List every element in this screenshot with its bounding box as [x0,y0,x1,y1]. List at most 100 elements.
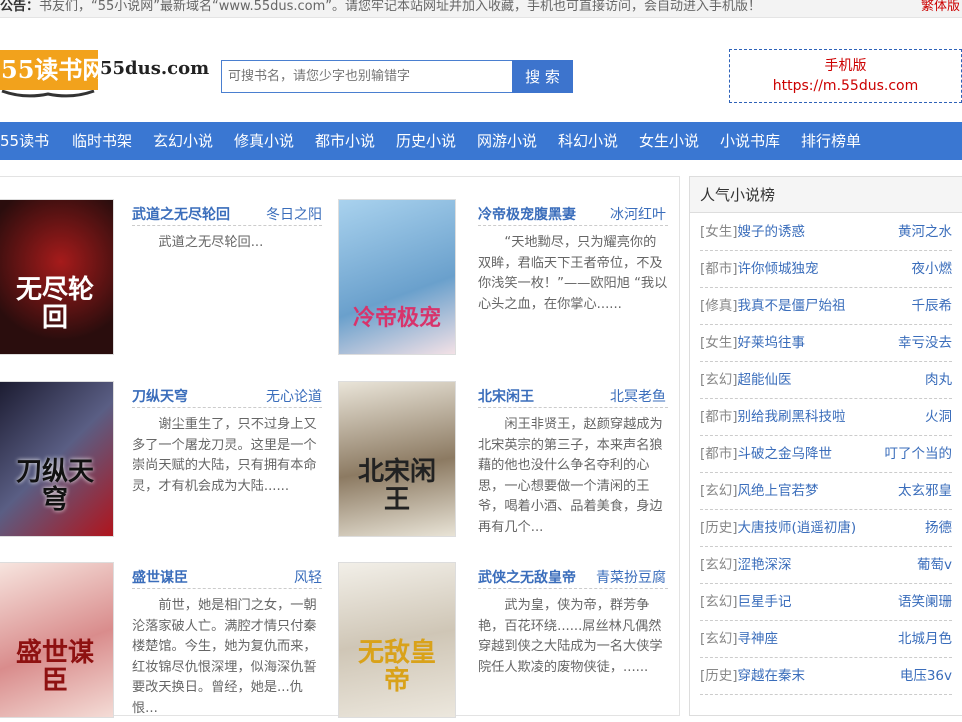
book-title[interactable]: 刀纵天穹 [132,386,188,406]
book-description: 武道之无尽轮回... [158,235,264,250]
book-cover[interactable]: 无敌皇帝 [338,562,456,718]
ranking-book-name[interactable]: 寻神座 [738,631,779,647]
site-logo[interactable]: 55读书网 55dus.com [0,46,210,100]
mobile-version-box[interactable]: 手机版 https://m.55dus.com [729,49,962,103]
ranking-category[interactable]: [都市] [700,261,738,277]
ranking-book-name[interactable]: 许你倾城独宠 [738,261,819,277]
ranking-book-name[interactable]: 穿越在秦末 [738,668,806,684]
ranking-item: [历史]穿越在秦末 电压36v [700,658,952,695]
cover-title: 无敌皇帝 [357,638,436,696]
ranking-category[interactable]: [女生] [700,335,738,351]
book-card: 北宋闲王 北宋闲王 北冥老鱼 闲王非贤王，赵颜穿越成为北宋英宗的第三子，本来声名… [338,381,678,541]
nav-home[interactable]: 55读书 [0,122,49,160]
book-card: 无尽轮回 武道之无尽轮回 冬日之阳 武道之无尽轮回... [0,199,340,359]
ranking-author[interactable]: 太玄邪皇 [898,473,952,509]
book-title[interactable]: 冷帝极宠腹黑妻 [478,204,576,224]
ranking-category[interactable]: [都市] [700,446,738,462]
search-input[interactable] [221,60,513,93]
book-title[interactable]: 武侠之无敌皇帝 [478,567,576,587]
ranking-book-name[interactable]: 巨星手记 [738,594,792,610]
ranking-item: [都市]许你倾城独宠 夜小燃 [700,251,952,288]
ranking-category[interactable]: [女生] [700,224,738,240]
book-cover[interactable]: 冷帝极宠 [338,199,456,355]
ranking-author[interactable]: 黄河之水 [898,214,952,250]
ranking-book-name[interactable]: 别给我刷黑科技啦 [738,409,846,425]
ranking-author[interactable]: 北城月色 [898,621,952,657]
book-card: 无敌皇帝 武侠之无敌皇帝 青菜扮豆腐 武为皇，侠为帝，群芳争艳，百花环绕....… [338,562,678,722]
ranking-author[interactable]: 火洞 [925,399,952,435]
book-cover[interactable]: 无尽轮回 [0,199,114,355]
ranking-author[interactable]: 葡萄v [917,547,952,583]
nav-xiuzhen[interactable]: 修真小说 [234,122,294,160]
book-cover[interactable]: 刀纵天穹 [0,381,114,537]
ranking-book-name[interactable]: 风绝上官若梦 [738,483,819,499]
ranking-item: [历史]大唐技师(逍遥初唐) 扬德 [700,510,952,547]
book-title[interactable]: 盛世谋臣 [132,567,188,587]
book-title[interactable]: 武道之无尽轮回 [132,204,230,224]
book-author[interactable]: 冰河红叶 [610,204,666,224]
ranking-category[interactable]: [修真] [700,298,738,314]
ranking-book-name[interactable]: 嫂子的诱惑 [738,224,806,240]
nav-wangyou[interactable]: 网游小说 [477,122,537,160]
nav-lishi[interactable]: 历史小说 [396,122,456,160]
search-form: 搜 索 [221,60,573,93]
nav-xuanhuan[interactable]: 玄幻小说 [153,122,213,160]
ranking-book-name[interactable]: 好莱坞往事 [738,335,806,351]
ranking-book-name[interactable]: 涩艳深深 [738,557,792,573]
ranking-author[interactable]: 语笑阑珊 [898,584,952,620]
ranking-author[interactable]: 夜小燃 [912,251,953,287]
book-description: “天地黝尽，只为耀亮你的双眸，君临天下王者帝位，不及你浅笑一枚！”——欧阳旭 “… [478,235,668,312]
ranking-item: [玄幻]风绝上官若梦 太玄邪皇 [700,473,952,510]
ranking-author[interactable]: 扬德 [925,510,952,546]
book-author[interactable]: 无心论道 [266,386,322,406]
book-cover[interactable]: 北宋闲王 [338,381,456,537]
nav-ranking[interactable]: 排行榜单 [801,122,861,160]
cover-title: 无尽轮回 [15,275,94,333]
book-author[interactable]: 青菜扮豆腐 [596,567,666,587]
divider [132,407,322,408]
ranking-item: [玄幻]超能仙医 肉丸 [700,362,952,399]
mobile-label: 手机版 [824,58,867,74]
search-button[interactable]: 搜 索 [512,60,573,93]
nav-library[interactable]: 小说书库 [720,122,780,160]
ranking-category[interactable]: [玄幻] [700,631,738,647]
nav-kehuan[interactable]: 科幻小说 [558,122,618,160]
ranking-book-name[interactable]: 大唐技师(逍遥初唐) [738,520,857,536]
book-title[interactable]: 北宋闲王 [478,386,534,406]
ranking-category[interactable]: [历史] [700,520,738,536]
book-description: 闲王非贤王，赵颜穿越成为北宋英宗的第三子，本来声名狼藉的他也没什么争名夺利的心思… [478,417,663,535]
nav-bookshelf[interactable]: 临时书架 [72,122,132,160]
ranking-author[interactable]: 电压36v [900,658,952,694]
ranking-category[interactable]: [历史] [700,668,738,684]
ranking-book-name[interactable]: 我真不是僵尸始祖 [738,298,846,314]
traditional-chinese-link[interactable]: 繁体版 [914,0,960,14]
book-author[interactable]: 北冥老鱼 [610,386,666,406]
book-author[interactable]: 风轻 [294,567,322,587]
ranking-book-name[interactable]: 斗破之金乌降世 [738,446,833,462]
cover-title: 盛世谋臣 [15,638,94,696]
ranking-book-name[interactable]: 超能仙医 [738,372,792,388]
ranking-author[interactable]: 幸亏没去 [898,325,952,361]
mobile-url[interactable]: https://m.55dus.com [730,76,961,96]
ranking-item: [女生]嫂子的诱惑 黄河之水 [700,214,952,251]
ranking-author[interactable]: 叮了个当的 [885,436,953,472]
divider [478,588,668,589]
book-card: 冷帝极宠 冷帝极宠腹黑妻 冰河红叶 “天地黝尽，只为耀亮你的双眸，君临天下王者帝… [338,199,678,359]
nav-nvsheng[interactable]: 女生小说 [639,122,699,160]
ranking-category[interactable]: [玄幻] [700,372,738,388]
book-author[interactable]: 冬日之阳 [266,204,322,224]
main-nav: 55读书 临时书架 玄幻小说 修真小说 都市小说 历史小说 网游小说 科幻小说 … [0,122,962,160]
ranking-author[interactable]: 千辰希 [912,288,953,324]
ranking-item: [都市]别给我刷黑科技啦 火洞 [700,399,952,436]
logo-domain: 55dus.com [100,58,210,79]
ranking-author[interactable]: 肉丸 [925,362,952,398]
ranking-item: [玄幻]巨星手记 语笑阑珊 [700,584,952,621]
book-card: 盛世谋臣 盛世谋臣 风轻 前世，她是相门之女，一朝沦落家破人亡。满腔才情只付秦楼… [0,562,340,722]
book-cover[interactable]: 盛世谋臣 [0,562,114,718]
ranking-category[interactable]: [玄幻] [700,594,738,610]
ranking-category[interactable]: [玄幻] [700,557,738,573]
ranking-category[interactable]: [玄幻] [700,483,738,499]
ranking-category[interactable]: [都市] [700,409,738,425]
nav-dushi[interactable]: 都市小说 [315,122,375,160]
ranking-item: [玄幻]寻神座 北城月色 [700,621,952,658]
